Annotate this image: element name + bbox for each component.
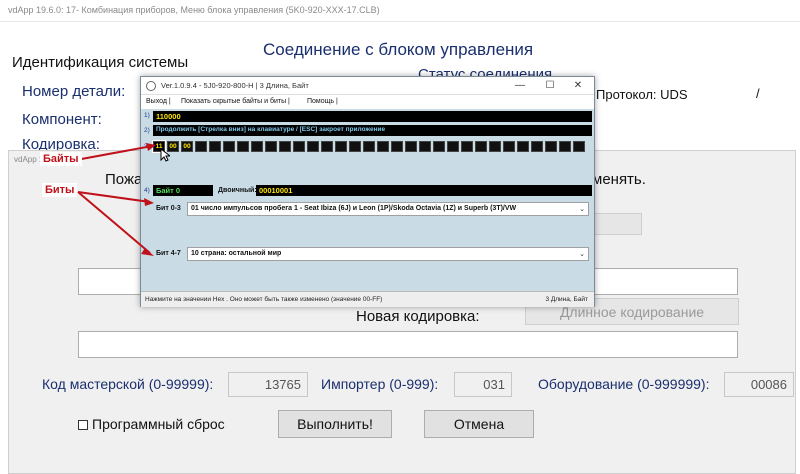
byte-cell-empty[interactable] [237,141,249,152]
binary-bar: 00010001 [256,185,592,196]
identification-label: Идентификация системы [12,54,189,71]
close-icon[interactable]: ✕ [571,79,585,93]
byte-cell-empty[interactable] [349,141,361,152]
bit-4-7-value: 10 страна: остальной мир [191,250,282,257]
main-window-title: vdApp 19.6.0: 17- Комбинация приборов, М… [8,5,380,15]
byte-cell-empty[interactable] [377,141,389,152]
byte-index-label: Байт 0 [156,186,181,195]
instruction-text-end: менять. [592,171,646,188]
part-number-label: Номер детали: [22,83,126,100]
maximize-icon[interactable]: ☐ [543,79,557,93]
byte-cell-empty[interactable] [405,141,417,152]
protocol-separator: / [756,86,760,101]
byte-cell-empty[interactable] [265,141,277,152]
workshop-code-field[interactable]: 13765 [228,372,308,397]
bit-4-7-select[interactable]: 10 страна: остальной мир ⌄ [187,247,589,261]
binary-label: Двоичный: [218,187,257,194]
byte-cell-2[interactable]: 00 [181,141,193,152]
app-logo-icon [146,81,156,91]
popup-body: 1) 110000 2) Продолжить [Стрелка вниз] н… [141,109,594,291]
byte-cell-empty[interactable] [573,141,585,152]
byte-index-bar: Байт 0 [153,185,213,196]
disabled-button-partial [594,213,642,235]
main-titlebar: vdApp 19.6.0: 17- Комбинация приборов, М… [0,0,800,22]
row-2-hint: Продолжить [Стрелка вниз] на клавиатуре … [156,126,386,133]
bit-editor-window: Ver.1.0.9.4 - 5J0-920-800-H | 3 Длина, Б… [140,76,595,307]
byte-cell-empty[interactable] [195,141,207,152]
byte-cell-empty[interactable] [251,141,263,152]
row-1-bar: 110000 [153,111,592,122]
row-1-number: 1) [144,112,150,119]
importer-field[interactable]: 031 [454,372,512,397]
row-3-number: 3) [144,143,150,150]
coding-dialog-title: vdApp 1 [14,155,44,164]
byte-cell-empty[interactable] [307,141,319,152]
byte-cells: 11 00 00 [152,140,592,153]
row-2-number: 2) [144,127,150,134]
byte-cell-empty[interactable] [531,141,543,152]
byte-cell-empty[interactable] [503,141,515,152]
byte-cell-empty[interactable] [489,141,501,152]
byte-cell-empty[interactable] [461,141,473,152]
byte-cell-empty[interactable] [223,141,235,152]
byte-cell-empty[interactable] [447,141,459,152]
component-label: Компонент: [22,111,102,128]
execute-button[interactable]: Выполнить! [278,410,392,438]
row-4-number: 4) [144,187,150,194]
new-coding-field[interactable] [78,331,738,358]
byte-cell-empty[interactable] [517,141,529,152]
byte-cell-empty[interactable] [419,141,431,152]
workshop-code-label: Код мастерской (0-99999): [42,376,214,392]
byte-cell-empty[interactable] [335,141,347,152]
bit-4-7-label: Бит 4-7 [156,250,181,257]
mouse-cursor-icon [160,148,170,162]
cancel-button[interactable]: Отмена [424,410,534,438]
bit-0-3-select[interactable]: 01 число импульсов пробега 1 - Seat Ibiz… [187,202,589,216]
connection-heading: Соединение с блоком управления [263,40,534,59]
protocol-label: Протокол: UDS [596,87,688,102]
byte-cell-empty[interactable] [363,141,375,152]
popup-statusbar: Нажмите на значении Hex . Оно может быть… [141,291,594,307]
byte-cell-empty[interactable] [391,141,403,152]
menu-help[interactable]: Помощь | [307,98,338,105]
chevron-down-icon: ⌄ [579,251,585,258]
row-1-value: 110000 [156,112,181,121]
menu-show-hidden[interactable]: Показать скрытые байты и биты | [181,98,290,105]
byte-cell-empty[interactable] [545,141,557,152]
software-reset-checkbox[interactable] [78,420,88,430]
equipment-field[interactable]: 00086 [724,372,794,397]
bit-0-3-value: 01 число импульсов пробега 1 - Seat Ibiz… [191,205,517,212]
status-hint: Нажмите на значении Hex . Оно может быть… [145,296,383,303]
status-length: 3 Длина, Байт [545,296,588,303]
minimize-icon[interactable]: — [513,79,527,93]
bits-callout: Биты [42,183,78,197]
byte-cell-empty[interactable] [433,141,445,152]
byte-cell-empty[interactable] [559,141,571,152]
menu-exit[interactable]: Выход | [146,98,171,105]
byte-cell-empty[interactable] [209,141,221,152]
bit-0-3-label: Бит 0-3 [156,205,181,212]
row-2-bar: Продолжить [Стрелка вниз] на клавиатуре … [153,125,592,136]
bytes-callout: Байты [40,152,82,166]
popup-title: Ver.1.0.9.4 - 5J0-920-800-H | 3 Длина, Б… [161,81,309,90]
popup-menubar: Выход | Показать скрытые байты и биты | … [141,95,594,109]
byte-cell-empty[interactable] [293,141,305,152]
byte-cell-empty[interactable] [279,141,291,152]
new-coding-label: Новая кодировка: [356,308,480,325]
importer-label: Импортер (0-999): [321,376,439,392]
popup-titlebar: Ver.1.0.9.4 - 5J0-920-800-H | 3 Длина, Б… [141,77,594,95]
chevron-down-icon: ⌄ [579,206,585,213]
byte-cell-empty[interactable] [475,141,487,152]
byte-cell-empty[interactable] [321,141,333,152]
binary-value: 00010001 [259,186,293,195]
software-reset-label: Программный сброс [92,416,225,432]
equipment-label: Оборудование (0-999999): [538,376,710,392]
instruction-text-start: Пожа [105,171,143,188]
